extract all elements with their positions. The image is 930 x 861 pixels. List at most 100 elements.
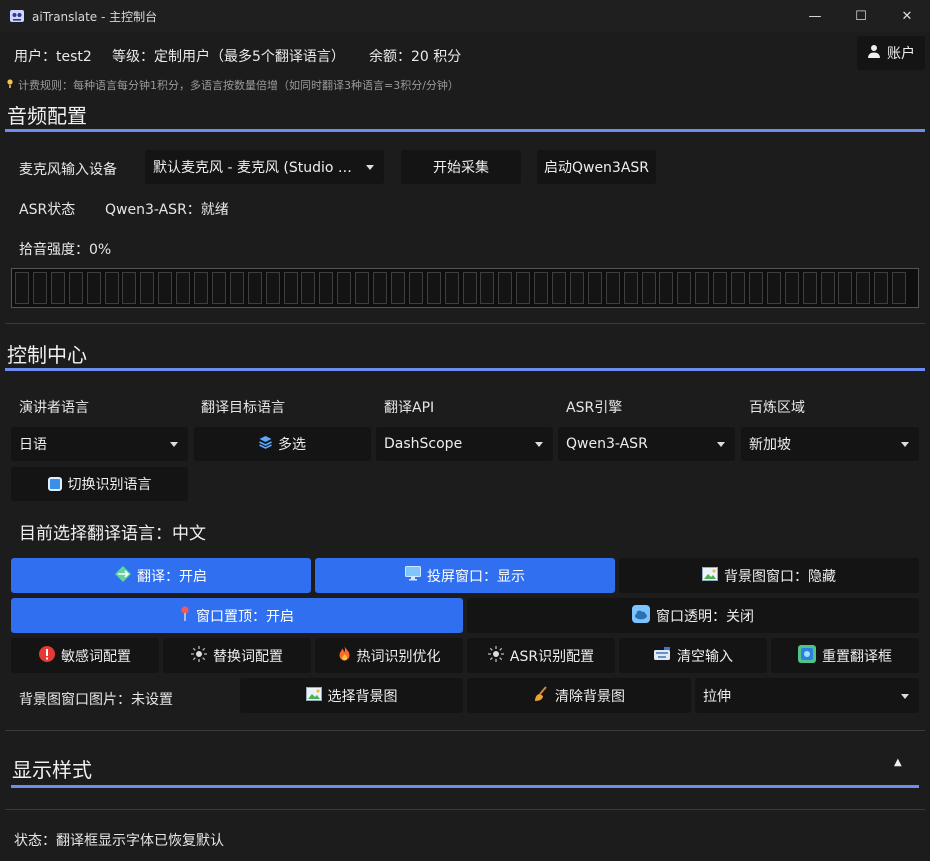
- meter-segment: [390, 272, 405, 304]
- meter-segment: [784, 272, 799, 304]
- app-icon: [9, 8, 25, 24]
- section-divider: [5, 809, 925, 810]
- bg-image-label: 背景图窗口图片：未设置: [19, 692, 173, 708]
- reset-frame-label: 重置翻译框: [822, 648, 892, 665]
- title-bar: aiTranslate - 主控制台 — ☐ ✕: [0, 0, 930, 32]
- meter-segment: [211, 272, 226, 304]
- mic-select-value: 默认麦克风 - 麦克风 (Studio …: [153, 160, 352, 176]
- chevron-down-icon: [535, 442, 543, 447]
- account-label: 账户: [887, 46, 915, 62]
- meter-segment: [355, 272, 370, 304]
- meter-segment: [68, 272, 83, 304]
- close-button[interactable]: ✕: [884, 0, 930, 32]
- meter-segment: [265, 272, 280, 304]
- layers-icon: [259, 435, 272, 453]
- audio-section-bar: [5, 129, 925, 132]
- projection-toggle-label: 投屏窗口：显示: [427, 568, 525, 585]
- multi-select-button[interactable]: 多选: [194, 427, 371, 461]
- meter-segment: [534, 272, 549, 304]
- maximize-button[interactable]: ☐: [838, 0, 884, 32]
- meter-segment: [677, 272, 692, 304]
- clear-input-button[interactable]: 清空输入: [619, 638, 767, 673]
- clear-bg-label: 清除背景图: [555, 688, 625, 705]
- section-divider: [5, 323, 925, 324]
- display-section-bar: [11, 785, 919, 788]
- control-section-bar: [5, 368, 925, 371]
- chevron-down-icon: [901, 693, 909, 699]
- meter-segment: [802, 272, 817, 304]
- meter-segment: [820, 272, 835, 304]
- meter-segment: [838, 272, 853, 304]
- window-title: aiTranslate - 主控制台: [32, 10, 158, 24]
- start-capture-button[interactable]: 开始采集: [401, 150, 521, 184]
- meter-segment: [122, 272, 137, 304]
- pin-toggle[interactable]: 窗口置顶：开启: [11, 598, 463, 633]
- keyboard-icon: [653, 646, 671, 665]
- minimize-button[interactable]: —: [792, 0, 838, 32]
- meter-segment: [892, 272, 907, 304]
- lightbulb-icon: [7, 77, 13, 88]
- meter-segment: [444, 272, 459, 304]
- choose-bg-button[interactable]: 选择背景图: [240, 678, 463, 713]
- display-section-title: 显示样式: [12, 758, 92, 782]
- sensitive-words-button[interactable]: 敏感词配置: [11, 638, 159, 673]
- region-label: 百炼区域: [749, 400, 805, 416]
- audio-section-title: 音频配置: [7, 104, 87, 128]
- bg-window-toggle-label: 背景图窗口：隐藏: [724, 568, 836, 585]
- translate-toggle[interactable]: 翻译：开启: [11, 558, 311, 593]
- asr-config-button[interactable]: ASR识别配置: [467, 638, 615, 673]
- switch-lang-label: 切换识别语言: [67, 477, 152, 493]
- translate-icon: [115, 565, 131, 586]
- api-value: DashScope: [384, 436, 463, 452]
- speaker-lang-select[interactable]: 日语: [11, 427, 188, 461]
- switch-icon: [47, 477, 62, 491]
- meter-segment: [426, 272, 441, 304]
- replace-words-button[interactable]: 替换词配置: [163, 638, 311, 673]
- meter-segment: [516, 272, 531, 304]
- billing-rule: 计费规则：每种语言每分钟1积分，多语言按数量倍增（如同时翻译3种语言=3积分/分…: [18, 79, 459, 92]
- clear-bg-button[interactable]: 清除背景图: [467, 678, 691, 713]
- meter-segment: [462, 272, 477, 304]
- hotword-button[interactable]: 热词识别优化: [315, 638, 463, 673]
- meter-segment: [623, 272, 638, 304]
- transparency-toggle-label: 窗口透明：关闭: [656, 608, 754, 625]
- hotword-label: 热词识别优化: [356, 648, 441, 665]
- asr-engine-label: ASR引擎: [566, 400, 623, 416]
- meter-segment: [247, 272, 262, 304]
- region-value: 新加坡: [749, 437, 791, 453]
- bg-window-toggle[interactable]: 背景图窗口：隐藏: [619, 558, 919, 593]
- reset-frame-button[interactable]: 重置翻译框: [771, 638, 919, 673]
- meter-segment: [283, 272, 298, 304]
- meter-segment: [874, 272, 889, 304]
- speaker-lang-label: 演讲者语言: [19, 400, 89, 416]
- collapse-icon[interactable]: ▲: [894, 757, 902, 768]
- meter-segment: [319, 272, 334, 304]
- pin-toggle-label: 窗口置顶：开启: [196, 608, 294, 625]
- asr-config-label: ASR识别配置: [509, 648, 595, 665]
- meter-segment: [552, 272, 566, 304]
- meter-segment: [194, 272, 208, 304]
- region-select[interactable]: 新加坡: [741, 427, 919, 461]
- fire-icon: [338, 645, 351, 666]
- api-select[interactable]: DashScope: [376, 427, 553, 461]
- meter-segment: [731, 272, 745, 304]
- section-divider: [5, 730, 925, 731]
- stretch-mode-select[interactable]: 拉伸: [695, 678, 919, 713]
- meter-segment: [659, 272, 674, 304]
- projection-toggle[interactable]: 投屏窗口：显示: [315, 558, 615, 593]
- meter-segment: [748, 272, 763, 304]
- monitor-icon: [405, 566, 421, 585]
- meter-segment: [498, 272, 513, 304]
- asr-status-label: ASR状态: [19, 202, 76, 218]
- clear-input-label: 清空输入: [677, 648, 733, 665]
- asr-engine-select[interactable]: Qwen3-ASR: [558, 427, 735, 461]
- meter-segment: [605, 272, 620, 304]
- choose-bg-label: 选择背景图: [327, 688, 398, 705]
- start-asr-button[interactable]: 启动Qwen3ASR: [537, 150, 656, 184]
- transparency-toggle[interactable]: 窗口透明：关闭: [467, 598, 919, 633]
- sparkle-icon: [191, 645, 207, 666]
- mic-select[interactable]: 默认麦克风 - 麦克风 (Studio …: [145, 150, 384, 184]
- account-button[interactable]: 账户: [857, 36, 925, 70]
- switch-lang-button[interactable]: 切换识别语言: [11, 467, 188, 501]
- meter-segment: [569, 272, 584, 304]
